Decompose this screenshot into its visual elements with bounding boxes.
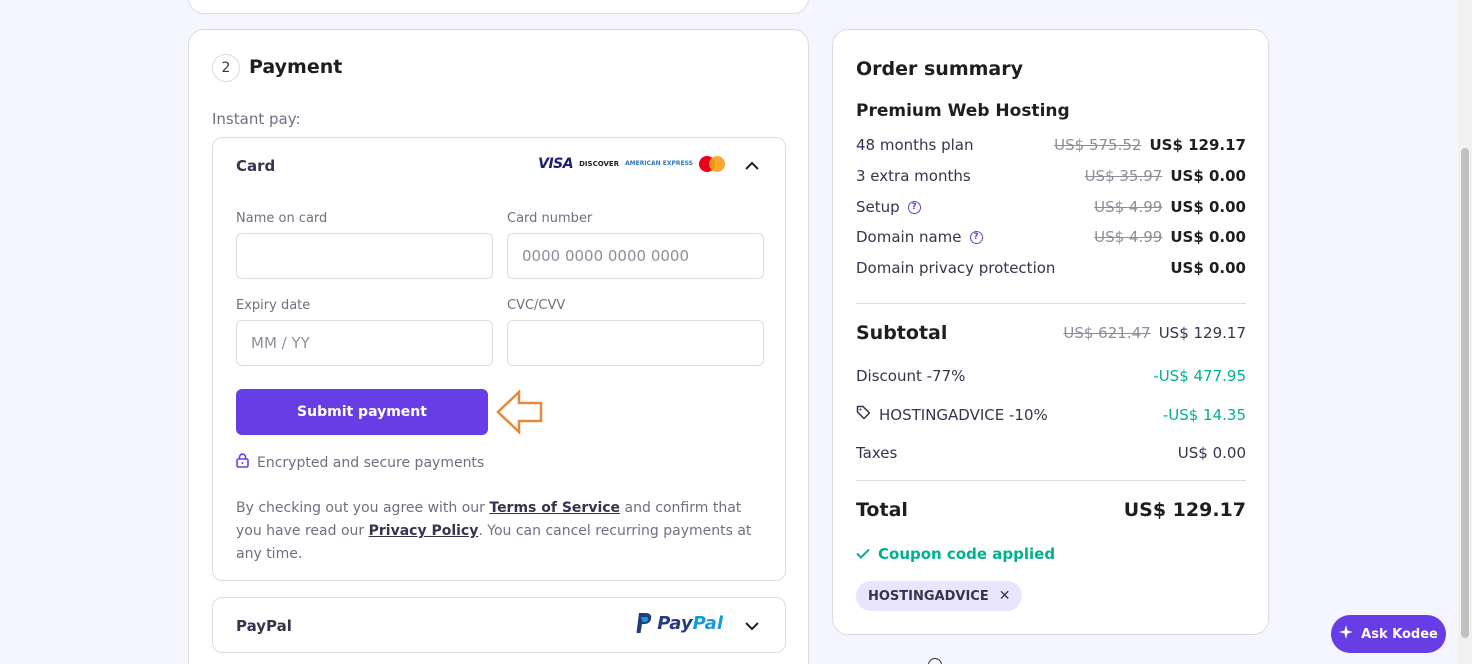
ask-kodee-button[interactable]: Ask Kodee: [1331, 615, 1446, 653]
line-old-price: US$ 4.99: [1094, 228, 1163, 246]
expiry-date-input[interactable]: [236, 320, 493, 366]
taxes-label: Taxes: [856, 444, 898, 462]
line-old-price: US$ 35.97: [1084, 167, 1163, 185]
chevron-down-icon[interactable]: [745, 619, 759, 633]
cvc-label: CVC/CVV: [507, 298, 566, 313]
line-label: Domain privacy protection: [856, 259, 1056, 277]
card-payment-panel: Card VISA DISCOVER AMERICAN EXPRESS Name…: [212, 137, 786, 581]
taxes-value: US$ 0.00: [1177, 444, 1246, 462]
cvc-input[interactable]: [507, 320, 764, 366]
line-old-price: US$ 4.99: [1094, 198, 1163, 216]
product-name: Premium Web Hosting: [856, 101, 1070, 121]
total-value: US$ 129.17: [1123, 499, 1246, 521]
order-summary-title: Order summary: [856, 58, 1024, 80]
summary-line: 3 extra months US$ 35.97 US$ 0.00: [856, 167, 1246, 185]
card-number-input[interactable]: [507, 233, 764, 279]
tag-icon: [856, 405, 871, 424]
coupon-line-label: HOSTINGADVICE -10%: [879, 405, 1048, 424]
divider: [856, 480, 1246, 481]
privacy-policy-link[interactable]: Privacy Policy: [369, 523, 479, 539]
paypal-logo-text-pay: Pay: [657, 612, 693, 634]
total-label: Total: [856, 499, 908, 521]
secure-payments-text: Encrypted and secure payments: [257, 454, 485, 471]
step-number-badge: 2: [212, 54, 240, 82]
close-icon[interactable]: ✕: [999, 588, 1011, 604]
check-icon: [856, 545, 870, 563]
order-summary-panel: Order summary Premium Web Hosting 48 mon…: [832, 29, 1269, 635]
subtotal-new-price: US$ 129.17: [1158, 324, 1246, 342]
name-on-card-label: Name on card: [236, 211, 328, 226]
discover-logo: DISCOVER: [579, 159, 620, 168]
subtotal-label: Subtotal: [856, 322, 948, 344]
divider: [856, 303, 1246, 304]
coupon-discount-row: HOSTINGADVICE -10% -US$ 14.35: [856, 405, 1246, 424]
page-scrollbar[interactable]: [1458, 0, 1472, 664]
terms-of-service-link[interactable]: Terms of Service: [489, 500, 620, 516]
sparkle-icon: [1339, 625, 1354, 643]
discount-label: Discount -77%: [856, 367, 966, 385]
ask-kodee-label: Ask Kodee: [1361, 626, 1438, 642]
summary-line: Setup? US$ 4.99 US$ 0.00: [856, 198, 1246, 216]
payment-section: 2 Payment Instant pay: Card VISA DISCOVE…: [188, 29, 809, 664]
line-new-price: US$ 0.00: [1170, 198, 1246, 216]
subtotal-row: Subtotal US$ 621.47 US$ 129.17: [856, 322, 1246, 344]
coupon-chip: HOSTINGADVICE ✕: [856, 581, 1023, 611]
amex-logo: AMERICAN EXPRESS: [625, 160, 693, 167]
paypal-payment-panel[interactable]: PayPal PayPal: [212, 597, 786, 653]
pointing-arrow-icon: [496, 389, 544, 439]
line-label: 48 months plan: [856, 136, 974, 154]
expiry-date-label: Expiry date: [236, 298, 311, 313]
summary-line: Domain privacy protection US$ 0.00: [856, 259, 1246, 277]
discount-value: -US$ 477.95: [1153, 367, 1246, 385]
help-icon[interactable]: ?: [907, 200, 921, 214]
summary-line: Domain name? US$ 4.99 US$ 0.00: [856, 228, 1246, 246]
coupon-chip-label: HOSTINGADVICE: [868, 588, 989, 604]
card-brand-logos: VISA DISCOVER AMERICAN EXPRESS: [538, 156, 725, 172]
line-new-price: US$ 0.00: [1170, 259, 1246, 277]
previous-step-card: [188, 0, 809, 14]
line-new-price: US$ 0.00: [1170, 228, 1246, 246]
line-label: Setup: [856, 198, 900, 216]
payment-title: Payment: [249, 56, 343, 78]
coupon-applied-status: Coupon code applied: [856, 545, 1055, 563]
coupon-applied-text: Coupon code applied: [878, 545, 1056, 563]
lock-icon: [236, 453, 249, 472]
mastercard-logo: [699, 156, 725, 172]
chevron-up-icon[interactable]: [745, 158, 759, 172]
secure-payments-note: Encrypted and secure payments: [236, 453, 484, 472]
total-row: Total US$ 129.17: [856, 499, 1246, 521]
card-method-title: Card: [236, 157, 276, 175]
line-new-price: US$ 0.00: [1170, 167, 1246, 185]
instant-pay-label: Instant pay:: [212, 110, 301, 128]
line-label: 3 extra months: [856, 167, 971, 185]
discount-row: Discount -77% -US$ 477.95: [856, 367, 1246, 385]
submit-payment-button[interactable]: Submit payment: [236, 389, 488, 435]
terms-text: By checking out you agree with our Terms…: [236, 497, 766, 566]
terms-text-pre: By checking out you agree with our: [236, 500, 490, 516]
visa-logo: VISA: [538, 156, 574, 172]
paypal-logo: PayPal: [635, 612, 723, 634]
summary-line: 48 months plan US$ 575.52 US$ 129.17: [856, 136, 1246, 154]
line-label: Domain name: [856, 228, 962, 246]
paypal-method-title: PayPal: [236, 617, 292, 635]
coupon-line-value: -US$ 14.35: [1162, 405, 1246, 424]
subtotal-old-price: US$ 621.47: [1063, 324, 1151, 342]
help-icon[interactable]: ?: [969, 230, 983, 244]
card-number-label: Card number: [507, 211, 593, 226]
paypal-logo-text-pal: Pal: [692, 612, 723, 634]
taxes-row: Taxes US$ 0.00: [856, 444, 1246, 462]
scrollbar-thumb[interactable]: [1461, 148, 1469, 638]
line-new-price: US$ 129.17: [1149, 136, 1246, 154]
line-old-price: US$ 575.52: [1054, 136, 1142, 154]
partial-icon: [928, 658, 942, 664]
name-on-card-input[interactable]: [236, 233, 493, 279]
